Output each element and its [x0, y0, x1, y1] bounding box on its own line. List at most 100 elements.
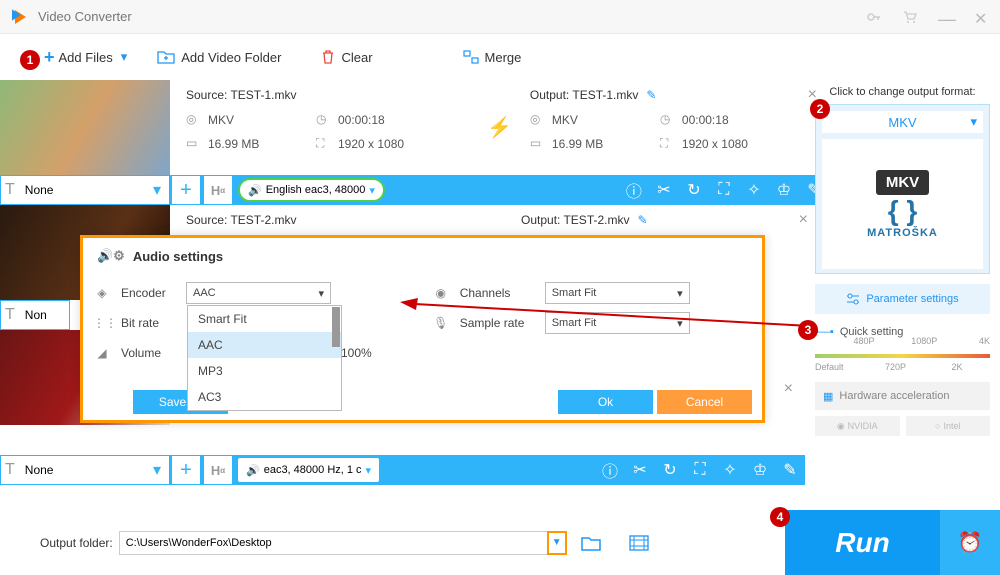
video-thumbnail[interactable]: [0, 80, 170, 175]
output-folder-label: Output folder:: [40, 536, 113, 550]
chevron-down-icon[interactable]: ▾: [145, 180, 169, 200]
bottom-bar: Output folder: ▼ 4 Run ⏰: [0, 510, 1000, 575]
slider-tick: 480P: [854, 336, 875, 346]
add-track-button[interactable]: +: [172, 456, 200, 484]
info-icon[interactable]: ⓘ: [595, 458, 625, 482]
mkv-name: MATROŠKA: [867, 227, 938, 239]
audio-track-pill[interactable]: 🔊 English eac3, 48000 ▾: [238, 178, 385, 202]
cut-icon[interactable]: ✂: [625, 460, 655, 480]
remove-file-button[interactable]: ×: [799, 211, 808, 229]
container-value: MKV: [208, 113, 234, 127]
subtitle-icon: T: [1, 306, 19, 324]
edit-icon[interactable]: ✎: [646, 88, 656, 102]
chevron-down-icon: ▾: [970, 114, 977, 130]
subtitle-value: None: [19, 463, 145, 477]
add-folder-button[interactable]: Add Video Folder: [157, 50, 281, 65]
dropdown-option[interactable]: AC3: [188, 384, 341, 410]
source-label: Source: TEST-1.mkv: [186, 88, 485, 102]
audio-track-label: English eac3, 48000: [266, 184, 366, 196]
audio-track-pill[interactable]: 🔊 eac3, 48000 Hz, 1 c ▾: [238, 458, 379, 482]
crop-icon[interactable]: ⛶: [685, 461, 715, 479]
subtitle-select[interactable]: T Non: [0, 300, 70, 330]
speaker-settings-icon: 🔊⚙: [97, 248, 125, 264]
cancel-button[interactable]: Cancel: [657, 390, 752, 414]
quality-slider[interactable]: 480P 1080P 4K Default 720P 2K: [815, 344, 990, 374]
output-folder-input[interactable]: [119, 531, 549, 555]
disc-icon: ◎: [186, 112, 202, 128]
run-button[interactable]: Run: [785, 510, 940, 575]
output-folder-dropdown[interactable]: ▼: [547, 531, 567, 555]
speaker-icon: 🔊: [248, 184, 262, 197]
intel-badge: ○Intel: [906, 416, 991, 436]
annotation-arrow: [400, 298, 815, 333]
rotate-icon[interactable]: ↻: [679, 180, 709, 200]
output-format-box[interactable]: 2 MKV ▾ MKV { } MATROŠKA: [815, 104, 990, 274]
annotation-2: 2: [810, 99, 830, 119]
cart-icon[interactable]: [902, 9, 918, 25]
add-track-button[interactable]: +: [172, 176, 200, 204]
rotate-icon[interactable]: ↻: [655, 460, 685, 480]
main-toolbar: 1 + Add Files ▾ Add Video Folder Clear M…: [0, 34, 1000, 80]
film-icon[interactable]: [629, 535, 649, 551]
scrollbar-thumb[interactable]: [332, 307, 340, 347]
parameter-settings-button[interactable]: Parameter settings: [815, 284, 990, 314]
mkv-badge: MKV: [876, 170, 929, 195]
file-item: T None ▾ Source: TEST-1.mkv ◎MKV ◷00:00:…: [0, 80, 805, 205]
sliders-icon: [846, 293, 860, 305]
output-label: Output: TEST-2.mkv: [521, 213, 629, 227]
subtitle-value: Non: [19, 308, 69, 322]
file-action-strip: + Hα 🔊 eac3, 48000 Hz, 1 c ▾ ⓘ ✂ ↻ ⛶ ✧ ♔…: [170, 455, 805, 485]
edit-icon[interactable]: ✎: [637, 213, 647, 227]
minimize-icon[interactable]: —: [938, 9, 954, 25]
crop-icon[interactable]: ⛶: [709, 181, 739, 199]
volume-label: Volume: [121, 346, 176, 360]
encoder-icon: ◈: [93, 286, 111, 300]
dropdown-option[interactable]: AAC: [188, 332, 341, 358]
remove-file-button[interactable]: ×: [784, 380, 793, 398]
file-icon: ▭: [186, 136, 202, 152]
h-button[interactable]: Hα: [204, 176, 232, 204]
add-files-button[interactable]: + Add Files ▾: [44, 47, 147, 68]
volume-value: 100%: [341, 346, 372, 360]
dropdown-option[interactable]: Smart Fit: [188, 306, 341, 332]
chip-icon: ▦: [823, 390, 833, 403]
open-folder-icon[interactable]: [581, 535, 601, 551]
ok-button[interactable]: Ok: [558, 390, 653, 414]
chevron-down-icon[interactable]: ▾: [369, 184, 375, 197]
chevron-down-icon[interactable]: ▾: [366, 464, 372, 477]
effects-icon[interactable]: ✧: [739, 180, 769, 200]
trash-icon: [321, 49, 335, 65]
watermark-icon[interactable]: ♔: [745, 460, 775, 480]
watermark-icon[interactable]: ♔: [769, 180, 799, 200]
container-value: MKV: [552, 113, 578, 127]
chevron-down-icon[interactable]: ▾: [121, 49, 128, 65]
effects-icon[interactable]: ✧: [715, 460, 745, 480]
hw-label: Hardware acceleration: [839, 390, 949, 402]
slider-tick: 2K: [952, 362, 963, 372]
resolution-icon: ⛶: [316, 136, 332, 152]
h-button[interactable]: Hα: [204, 456, 232, 484]
app-title: Video Converter: [38, 9, 866, 24]
key-icon[interactable]: [866, 9, 882, 25]
app-logo-icon: [10, 7, 30, 27]
hardware-accel-button[interactable]: ▦ Hardware acceleration: [815, 382, 990, 410]
size-value: 16.99 MB: [552, 137, 603, 151]
subtitle-edit-icon[interactable]: ✎: [775, 460, 805, 480]
close-icon[interactable]: ✕: [974, 9, 990, 25]
format-select[interactable]: MKV ▾: [822, 111, 983, 133]
subtitle-select[interactable]: T None ▾: [0, 455, 170, 485]
scheduler-button[interactable]: ⏰: [940, 510, 1000, 575]
merge-button[interactable]: Merge: [463, 50, 522, 65]
info-icon[interactable]: ⓘ: [619, 178, 649, 202]
clear-button[interactable]: Clear: [321, 49, 372, 65]
folder-plus-icon: [157, 50, 175, 64]
subtitle-select[interactable]: T None ▾: [0, 175, 170, 205]
dropdown-option[interactable]: MP3: [188, 358, 341, 384]
chevron-down-icon[interactable]: ▾: [145, 460, 169, 480]
slider-tick: 1080P: [911, 336, 937, 346]
speaker-icon: 🔊: [246, 464, 260, 477]
encoder-select[interactable]: AAC ▾ Smart Fit AAC MP3 AC3: [186, 282, 331, 304]
clear-label: Clear: [341, 50, 372, 65]
cut-icon[interactable]: ✂: [649, 180, 679, 200]
file-action-strip: + Hα 🔊 English eac3, 48000 ▾ ⓘ ✂ ↻ ⛶ ✧ ♔…: [170, 175, 829, 205]
